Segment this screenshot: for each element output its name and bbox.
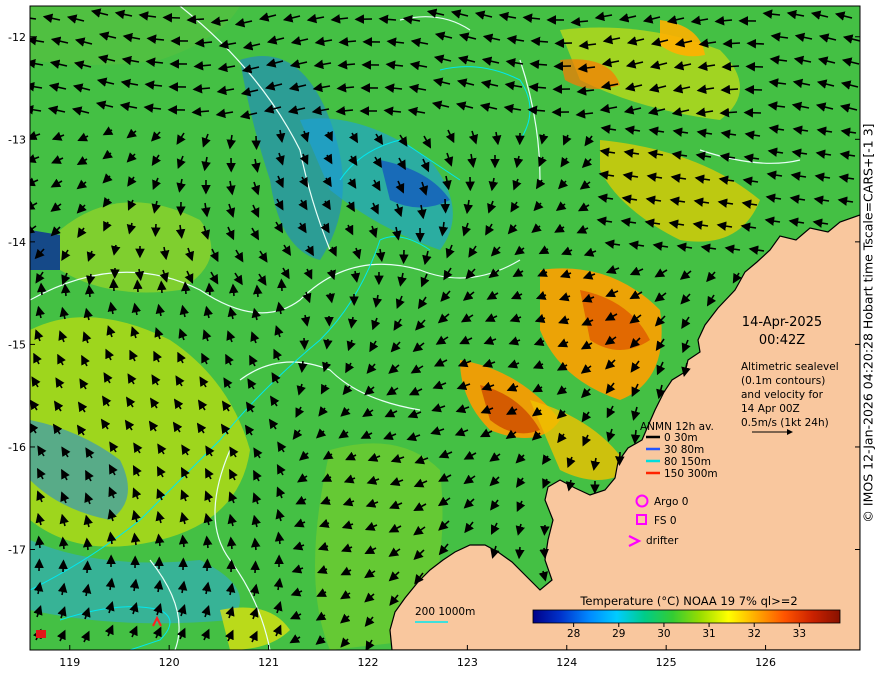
y-tick-label: -15 bbox=[8, 338, 26, 351]
velocity-arrow bbox=[228, 283, 239, 297]
velocity-arrow bbox=[36, 282, 47, 296]
colorbar-tick-label: 28 bbox=[567, 628, 580, 640]
colorbar-title: Temperature (°C) NOAA 19 7% ql>=2 bbox=[579, 594, 797, 608]
velocity-arrow bbox=[180, 281, 191, 295]
x-tick-label: 126 bbox=[755, 656, 776, 669]
legend-label: Argo 0 bbox=[654, 496, 688, 508]
x-tick-label: 122 bbox=[357, 656, 378, 669]
legend-label: 150 300m bbox=[664, 468, 718, 480]
velocity-arrow bbox=[514, 546, 525, 560]
velocity-arrow bbox=[250, 537, 261, 551]
desc-line-5: 0.5m/s (1kt 24h) bbox=[741, 417, 829, 429]
velocity-arrow bbox=[720, 84, 739, 95]
velocity-arrow bbox=[539, 547, 549, 559]
velocity-arrow bbox=[162, 12, 181, 23]
velocity-arrow bbox=[60, 283, 71, 297]
desc-line-4: 14 Apr 00Z bbox=[741, 403, 800, 415]
legend-label: FS 0 bbox=[654, 515, 677, 527]
velocity-arrow bbox=[719, 107, 738, 118]
velocity-arrow bbox=[204, 282, 215, 296]
velocity-arrow bbox=[540, 524, 550, 536]
colorbar-tick-label: 33 bbox=[793, 628, 806, 640]
velocity-arrow bbox=[722, 38, 741, 49]
velocity-arrow bbox=[109, 278, 119, 292]
velocity-arrow bbox=[615, 451, 625, 466]
date-text: 14-Apr-2025 bbox=[742, 315, 822, 330]
legend-label: drifter bbox=[646, 535, 679, 547]
x-tick-label: 123 bbox=[457, 656, 478, 669]
velocity-arrow bbox=[82, 537, 93, 551]
x-tick-label: 119 bbox=[59, 656, 80, 669]
velocity-arrow bbox=[440, 198, 451, 214]
y-tick-label: -16 bbox=[8, 441, 26, 454]
legend-label: 30 80m bbox=[664, 444, 704, 456]
colorbar-tick-label: 32 bbox=[748, 628, 761, 640]
velocity-arrow bbox=[297, 360, 308, 374]
desc-line-3: and velocity for bbox=[741, 389, 824, 401]
legend-label: 80 150m bbox=[664, 456, 711, 468]
velocity-arrow bbox=[721, 61, 740, 72]
desc-line-1: Altimetric sealevel bbox=[741, 361, 839, 373]
x-tick-label: 125 bbox=[656, 656, 677, 669]
velocity-arrow bbox=[277, 278, 287, 292]
sst-map: 119 120 121 122 123 124 125 126 -12 -13 -14 -15 -16… bbox=[8, 5, 861, 669]
y-tick-label: -14 bbox=[8, 236, 26, 249]
copyright-label: © IMOS 12-Jan-2026 04:20:28 Hobart time … bbox=[856, 8, 880, 638]
x-tick-label: 124 bbox=[556, 656, 577, 669]
x-tick-label: 121 bbox=[258, 656, 279, 669]
velocity-arrow bbox=[84, 284, 95, 298]
colorbar-tick-label: 30 bbox=[657, 628, 670, 640]
velocity-arrow bbox=[186, 14, 205, 25]
velocity-arrow bbox=[151, 223, 161, 238]
x-tick-label: 120 bbox=[159, 656, 180, 669]
copyright-text: © IMOS 12-Jan-2026 04:20:28 Hobart time … bbox=[860, 123, 876, 523]
depth-label: 200 1000m bbox=[415, 606, 475, 618]
colorbar-bar bbox=[532, 609, 841, 624]
velocity-arrow bbox=[133, 279, 143, 293]
velocity-arrow bbox=[744, 84, 763, 95]
colorbar-tick-label: 29 bbox=[612, 628, 625, 640]
time-text: 00:42Z bbox=[759, 333, 805, 348]
velocity-arrow bbox=[252, 284, 263, 298]
velocity-arrow bbox=[250, 560, 260, 574]
legend-label: 0 30m bbox=[664, 432, 698, 444]
velocity-arrow bbox=[745, 61, 764, 72]
velocity-arrow bbox=[299, 337, 309, 351]
desc-line-2: (0.1m contours) bbox=[741, 375, 825, 387]
y-tick-label: -12 bbox=[8, 31, 26, 44]
velocity-arrow bbox=[157, 280, 167, 294]
velocity-arrow bbox=[82, 560, 92, 574]
y-tick-label: -17 bbox=[8, 544, 26, 557]
colorbar-tick-label: 31 bbox=[702, 628, 715, 640]
y-tick-label: -13 bbox=[8, 133, 26, 146]
velocity-arrow bbox=[746, 38, 765, 49]
